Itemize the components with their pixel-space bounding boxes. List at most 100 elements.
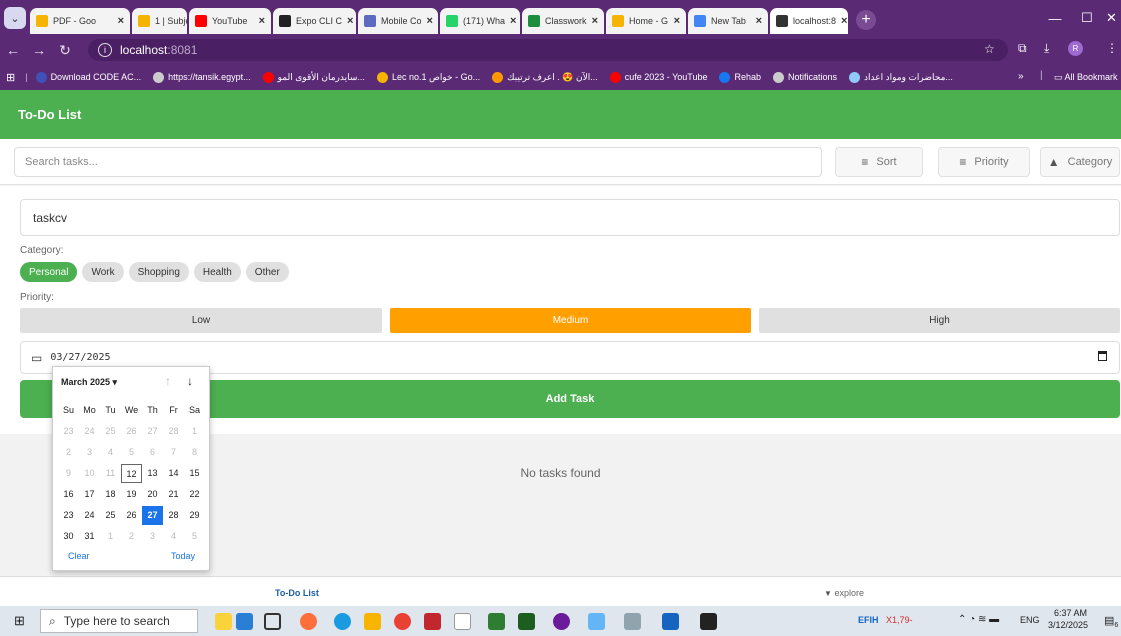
tab-close-icon[interactable]: × xyxy=(342,15,353,27)
priority-option-high[interactable]: High xyxy=(759,308,1120,333)
browser-tab[interactable]: Mobile Co × xyxy=(358,8,438,34)
browser-tab[interactable]: PDF - Goo × xyxy=(30,8,130,34)
person-icon[interactable] xyxy=(236,613,253,630)
calendar-day[interactable]: 30 xyxy=(58,527,79,546)
date-picker-toggle-icon[interactable] xyxy=(1098,351,1107,361)
browser-tab[interactable]: Expo CLI C × xyxy=(273,8,356,34)
category-chip-personal[interactable]: Personal xyxy=(20,262,78,282)
calendar-day[interactable]: 2 xyxy=(121,527,142,546)
browser-tab[interactable]: New Tab × xyxy=(688,8,768,34)
calendar-day[interactable]: 4 xyxy=(100,443,121,462)
calendar-day[interactable]: 21 xyxy=(163,485,184,504)
calendar-day[interactable]: 12 xyxy=(121,464,142,483)
browser-tab[interactable]: Classwork × xyxy=(522,8,604,34)
bookmark-item[interactable]: سايدرمان الأقوى المو... xyxy=(262,71,365,83)
app-icon-grey[interactable] xyxy=(624,613,641,630)
calendar-day[interactable]: 17 xyxy=(79,485,100,504)
bookmark-star-icon[interactable]: ☆ xyxy=(984,42,995,56)
calendar-day[interactable]: 2 xyxy=(58,443,79,462)
new-tab-button[interactable]: + xyxy=(856,10,876,30)
calendar-day[interactable]: 24 xyxy=(79,422,100,441)
menu-kebab-icon[interactable]: ⋮ xyxy=(1106,41,1118,55)
calendar-day[interactable]: 18 xyxy=(100,485,121,504)
clock-date[interactable]: 3/12/2025 xyxy=(1048,620,1088,630)
calendar-day[interactable]: 8 xyxy=(184,443,205,462)
forward-icon[interactable]: → xyxy=(26,42,52,58)
calendar-day[interactable]: 9 xyxy=(58,464,79,483)
tab-close-icon[interactable]: × xyxy=(587,15,598,27)
chrome-icon[interactable] xyxy=(394,613,411,630)
calendar-day[interactable]: 14 xyxy=(163,464,184,483)
apps-grid-icon[interactable]: ⊞ xyxy=(6,71,15,84)
calendar-day[interactable]: 10 xyxy=(79,464,100,483)
calendar-day[interactable]: 6 xyxy=(142,443,163,462)
calendar-day[interactable]: 5 xyxy=(121,443,142,462)
task-view-icon[interactable] xyxy=(264,613,281,630)
back-icon[interactable]: ← xyxy=(0,42,26,58)
browser-tab[interactable]: localhost:8 × xyxy=(770,8,848,34)
browser-tab[interactable]: YouTube × xyxy=(189,8,271,34)
edge-icon[interactable] xyxy=(334,613,351,630)
tab-explore[interactable]: ▼ explore xyxy=(824,588,864,598)
calendar-day[interactable]: 23 xyxy=(58,506,79,525)
clear-date-button[interactable]: Clear xyxy=(68,551,90,561)
category-chip-shopping[interactable]: Shopping xyxy=(128,262,189,282)
tab-close-icon[interactable]: × xyxy=(751,15,762,27)
calendar-day[interactable]: 15 xyxy=(184,464,205,483)
previous-month-arrow-icon[interactable]: ↑ xyxy=(165,374,171,388)
terminal-icon[interactable] xyxy=(700,613,717,630)
month-selector[interactable]: March 2025 ▾ xyxy=(61,377,117,388)
app-icon-purple[interactable] xyxy=(553,613,570,630)
copilot-icon[interactable] xyxy=(300,613,317,630)
priority-filter-button[interactable]: ≡ Priority xyxy=(938,147,1030,177)
browser-tab[interactable]: (171) Wha × xyxy=(440,8,520,34)
tab-close-icon[interactable]: × xyxy=(254,15,265,27)
tab-search-chevron-icon[interactable]: ⌄ xyxy=(4,7,26,29)
mail-icon[interactable] xyxy=(662,613,679,630)
bookmark-item[interactable]: Rehab xyxy=(719,71,761,83)
tab-close-icon[interactable]: × xyxy=(505,15,516,27)
tab-close-icon[interactable]: × xyxy=(422,15,433,27)
browser-tab[interactable]: 1 | Subject× xyxy=(132,8,187,34)
calendar-day[interactable]: 31 xyxy=(79,527,100,546)
calendar-day[interactable]: 1 xyxy=(184,422,205,441)
stock-ticker[interactable]: EFIH xyxy=(858,615,879,625)
priority-option-medium[interactable]: Medium xyxy=(390,308,751,333)
calendar-day[interactable]: 22 xyxy=(184,485,205,504)
taskbar-search-input[interactable]: ⌕ Type here to search xyxy=(40,609,198,633)
notification-icon[interactable]: ▤6 xyxy=(1104,614,1118,629)
calendar-day[interactable]: 25 xyxy=(100,506,121,525)
category-chip-health[interactable]: Health xyxy=(193,262,241,282)
calendar-day[interactable]: 16 xyxy=(58,485,79,504)
omnibox[interactable]: i localhost:8081 xyxy=(88,39,1008,61)
bookmarks-overflow-button[interactable]: » xyxy=(1018,71,1024,82)
calendar-day[interactable]: 27 xyxy=(142,506,163,525)
sort-button[interactable]: ≡ Sort xyxy=(835,147,923,177)
all-bookmarks-folder[interactable]: ▭ All Bookmark xyxy=(1054,72,1118,83)
calendar-day[interactable]: 28 xyxy=(163,506,184,525)
app-icon-red[interactable] xyxy=(424,613,441,630)
calendar-day[interactable]: 24 xyxy=(79,506,100,525)
task-title-input[interactable]: taskcv xyxy=(20,199,1120,236)
widgets-icon[interactable] xyxy=(215,613,232,630)
extensions-icon[interactable]: ⧉ xyxy=(1018,41,1027,56)
calendar-day[interactable]: 3 xyxy=(142,527,163,546)
category-filter-button[interactable]: ▲ Category xyxy=(1040,147,1120,177)
language-indicator[interactable]: ENG xyxy=(1020,615,1040,625)
search-input[interactable]: Search tasks... xyxy=(14,147,822,177)
notepad-icon[interactable] xyxy=(454,613,471,630)
calendar-day[interactable]: 26 xyxy=(121,506,142,525)
tab-close-icon[interactable]: × xyxy=(836,15,847,27)
next-month-arrow-icon[interactable]: ↓ xyxy=(187,374,193,388)
calendar-day[interactable]: 4 xyxy=(163,527,184,546)
close-window-icon[interactable]: ✕ xyxy=(1102,0,1121,36)
bookmark-item[interactable]: cufe 2023 - YouTube xyxy=(609,71,707,83)
priority-option-low[interactable]: Low xyxy=(20,308,382,333)
bookmark-item[interactable]: الآن 😍 . اعرف ترتيبك... xyxy=(492,71,598,83)
calendar-day[interactable]: 1 xyxy=(100,527,121,546)
app-icon-green[interactable] xyxy=(518,613,535,630)
calendar-day[interactable]: 28 xyxy=(163,422,184,441)
bookmark-item[interactable]: https://tansik.egypt... xyxy=(153,71,251,83)
category-chip-work[interactable]: Work xyxy=(82,262,124,282)
maximize-icon[interactable]: ☐ xyxy=(1070,0,1104,36)
